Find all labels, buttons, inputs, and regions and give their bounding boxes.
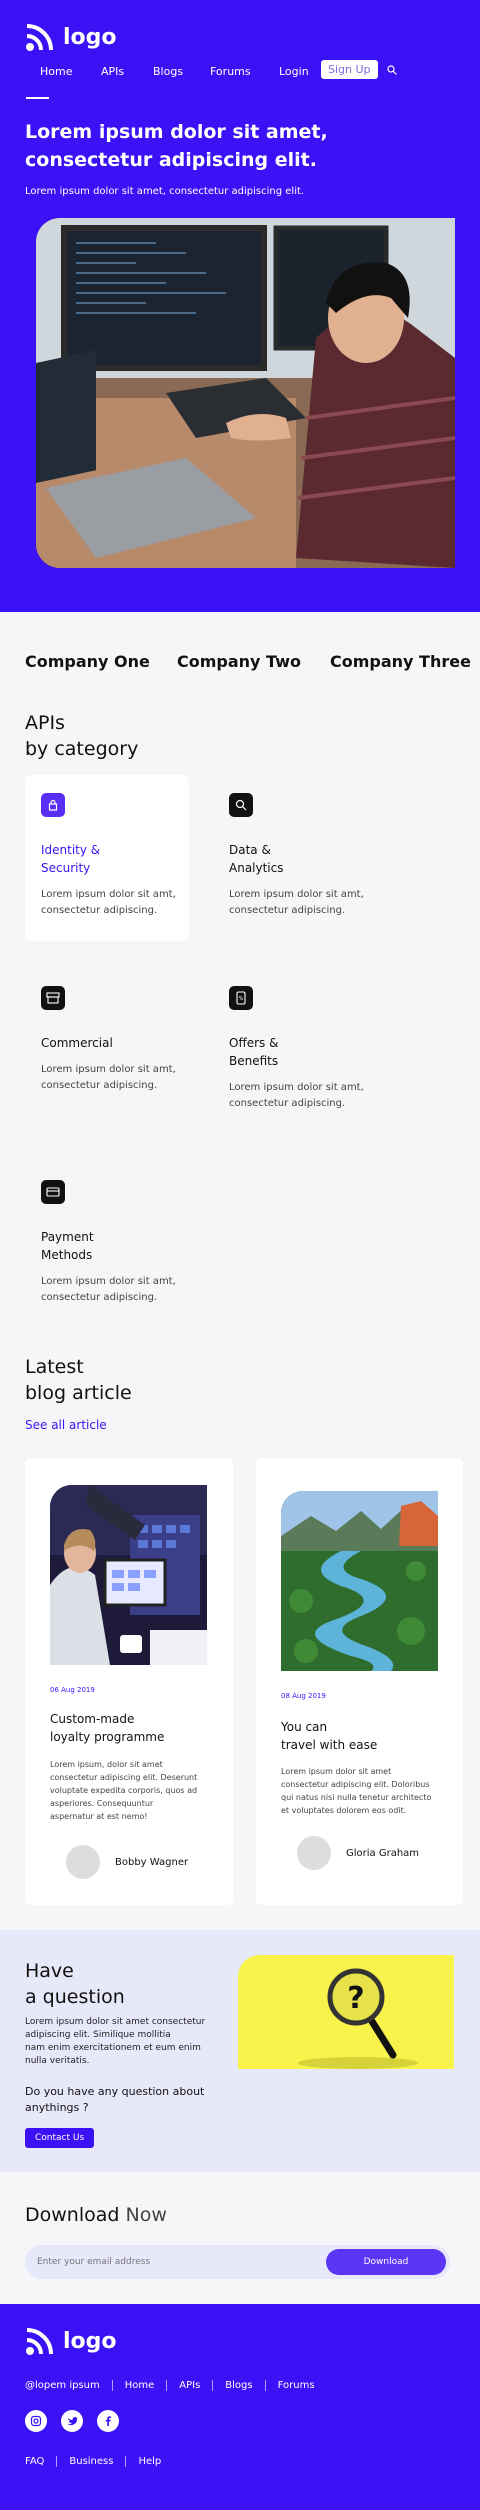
footer-logo[interactable]: logo	[25, 2326, 117, 2356]
magnifier-question-mark-icon: ?	[238, 1955, 454, 2069]
river-landscape-photo	[281, 1491, 438, 1671]
nav-apis[interactable]: APIs	[101, 65, 124, 78]
phone-offer-icon: %	[229, 986, 253, 1010]
download-form: Download	[25, 2245, 450, 2279]
footer: logo @lopem ipsum Home APIs Blogs Forums…	[0, 2304, 480, 2510]
footer-handle[interactable]: @lopem ipsum	[25, 2380, 112, 2391]
card-icon	[41, 1180, 65, 1204]
category-desc: Lorem ipsum dolor sit amt, consectetur ad…	[41, 1276, 176, 1303]
logo[interactable]: logo	[25, 22, 117, 52]
search-icon[interactable]	[387, 65, 397, 75]
category-commercial[interactable]: Commercial Lorem ipsum dolor sit amt, con…	[41, 986, 201, 1094]
category-offers-benefits[interactable]: % Offers & Benefits Lorem ipsum dolor sit…	[229, 986, 389, 1112]
nav-forums[interactable]: Forums	[210, 65, 251, 78]
hero-section: logo Home APIs Blogs Forums Login Sign U…	[0, 0, 480, 612]
office-workers-photo	[50, 1485, 207, 1665]
nav-active-indicator	[26, 97, 49, 99]
blog-title: Custom-made loyalty programme	[50, 1712, 165, 1744]
category-name: Offers & Benefits	[229, 1036, 279, 1068]
download-title: Download Now	[25, 2204, 167, 2226]
category-desc: Lorem ipsum dolor sit amt, consectetur ad…	[41, 889, 176, 916]
apis-section-title: APIs by category	[25, 712, 139, 760]
hero-title: Lorem ipsum dolor sit amet, consectetur …	[25, 121, 328, 171]
lock-icon	[41, 793, 65, 817]
hero-subtitle: Lorem ipsum dolor sit amet, consectetur …	[25, 186, 305, 197]
footer-link-faq[interactable]: FAQ	[25, 2456, 56, 2467]
question-text: Lorem ipsum dolor sit amet consectetur ad…	[25, 2017, 206, 2066]
twitter-icon[interactable]	[61, 2410, 83, 2432]
nav-blogs[interactable]: Blogs	[153, 65, 183, 78]
svg-text:?: ?	[347, 1981, 364, 2016]
author-name: Bobby Wagner	[115, 1857, 189, 1868]
logo-text: logo	[63, 24, 117, 50]
category-desc: Lorem ipsum dolor sit amt, consectetur ad…	[41, 1064, 176, 1091]
contact-us-button[interactable]: Contact Us	[25, 2128, 95, 2148]
category-name: Payment Methods	[41, 1230, 94, 1262]
footer-link-blogs[interactable]: Blogs	[212, 2380, 264, 2391]
blog-date: 06 Aug 2019	[50, 1686, 95, 1694]
blog-card[interactable]: 08 Aug 2019 You can travel with ease Lore…	[256, 1458, 463, 1905]
footer-link-forums[interactable]: Forums	[264, 2380, 327, 2391]
footer-link-help[interactable]: Help	[125, 2456, 173, 2467]
analytics-icon	[229, 793, 253, 817]
footer-nav: @lopem ipsum Home APIs Blogs Forums	[25, 2380, 327, 2391]
see-all-articles-link[interactable]: See all article	[25, 1418, 107, 1432]
facebook-icon[interactable]	[97, 2410, 119, 2432]
blog-image	[50, 1485, 207, 1665]
category-identity-security[interactable]: Identity & Security Lorem ipsum dolor sit…	[41, 793, 201, 919]
instagram-icon[interactable]	[25, 2410, 47, 2432]
blog-image	[281, 1491, 438, 1671]
category-desc: Lorem ipsum dolor sit amt, consectetur ad…	[229, 889, 364, 916]
svg-text:%: %	[239, 996, 244, 1002]
blog-card[interactable]: 06 Aug 2019 Custom-made loyalty programme…	[25, 1458, 233, 1905]
nav-home[interactable]: Home	[40, 65, 72, 78]
blog-excerpt: Lorem ipsum, dolor sit amet consectetur a…	[50, 1760, 198, 1821]
question-image: ?	[238, 1955, 454, 2069]
wifi-logo-icon	[26, 2328, 53, 2355]
download-button[interactable]: Download	[326, 2249, 446, 2275]
question-title: Have a question	[25, 1960, 125, 2008]
company-logo: Company One	[25, 652, 150, 671]
blog-section-title: Latest blog article	[25, 1356, 132, 1404]
company-logo: Company Three	[330, 652, 471, 671]
store-icon	[41, 986, 65, 1010]
avatar	[66, 1845, 100, 1879]
signup-button[interactable]: Sign Up	[321, 60, 378, 79]
email-input[interactable]	[25, 2245, 305, 2279]
question-prompt: Do you have any question about anythings …	[25, 2085, 205, 2114]
category-name: Data & Analytics	[229, 843, 284, 875]
blog-title: You can travel with ease	[281, 1720, 378, 1752]
footer-link-apis[interactable]: APIs	[166, 2380, 212, 2391]
company-logo: Company Two	[177, 652, 301, 671]
footer-link-home[interactable]: Home	[111, 2380, 167, 2391]
author-name: Gloria Graham	[346, 1848, 420, 1859]
category-payment-methods[interactable]: Payment Methods Lorem ipsum dolor sit amt…	[41, 1180, 201, 1306]
wifi-logo-icon	[26, 24, 53, 51]
category-desc: Lorem ipsum dolor sit amt, consectetur ad…	[229, 1082, 364, 1109]
hero-image	[36, 218, 455, 568]
blog-excerpt: Lorem ipsum dolor sit amet consectetur ad…	[281, 1767, 432, 1815]
avatar	[297, 1836, 331, 1870]
blog-date: 08 Aug 2019	[281, 1692, 326, 1700]
footer-link-business[interactable]: Business	[56, 2456, 125, 2467]
category-name: Identity & Security	[41, 843, 101, 875]
category-data-analytics[interactable]: Data & Analytics Lorem ipsum dolor sit am…	[229, 793, 389, 919]
nav-login[interactable]: Login	[279, 65, 309, 78]
developer-at-desk-illustration	[36, 218, 455, 568]
question-section: Have a question Lorem ipsum dolor sit ame…	[0, 1930, 480, 2172]
footer-bottom-links: FAQ Business Help	[25, 2456, 173, 2467]
category-name: Commercial	[41, 1036, 113, 1050]
